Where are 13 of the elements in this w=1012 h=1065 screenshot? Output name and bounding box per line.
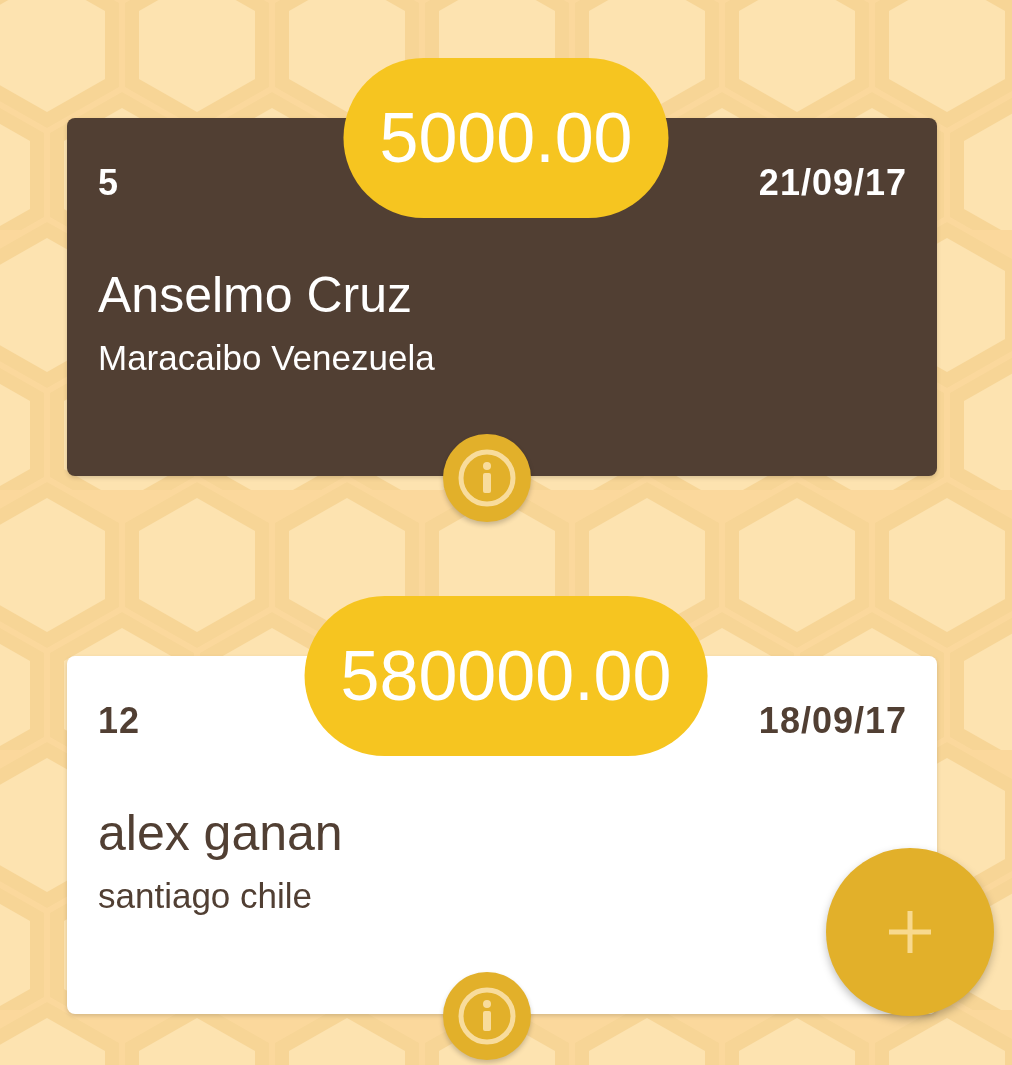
customer-name: Anselmo Cruz <box>98 266 413 324</box>
plus-icon <box>887 909 933 955</box>
order-date: 18/09/17 <box>758 700 907 742</box>
order-date: 21/09/17 <box>758 162 907 204</box>
customer-location: Maracaibo Venezuela <box>98 338 436 378</box>
amount-badge: 5000.00 <box>343 58 669 218</box>
order-number: 12 <box>98 700 141 742</box>
customer-name: alex ganan <box>98 804 344 862</box>
amount-badge: 580000.00 <box>304 596 708 756</box>
info-icon <box>456 447 518 509</box>
customer-location: santiago chile <box>98 876 314 916</box>
info-icon <box>456 985 518 1047</box>
order-number: 5 <box>98 162 120 204</box>
